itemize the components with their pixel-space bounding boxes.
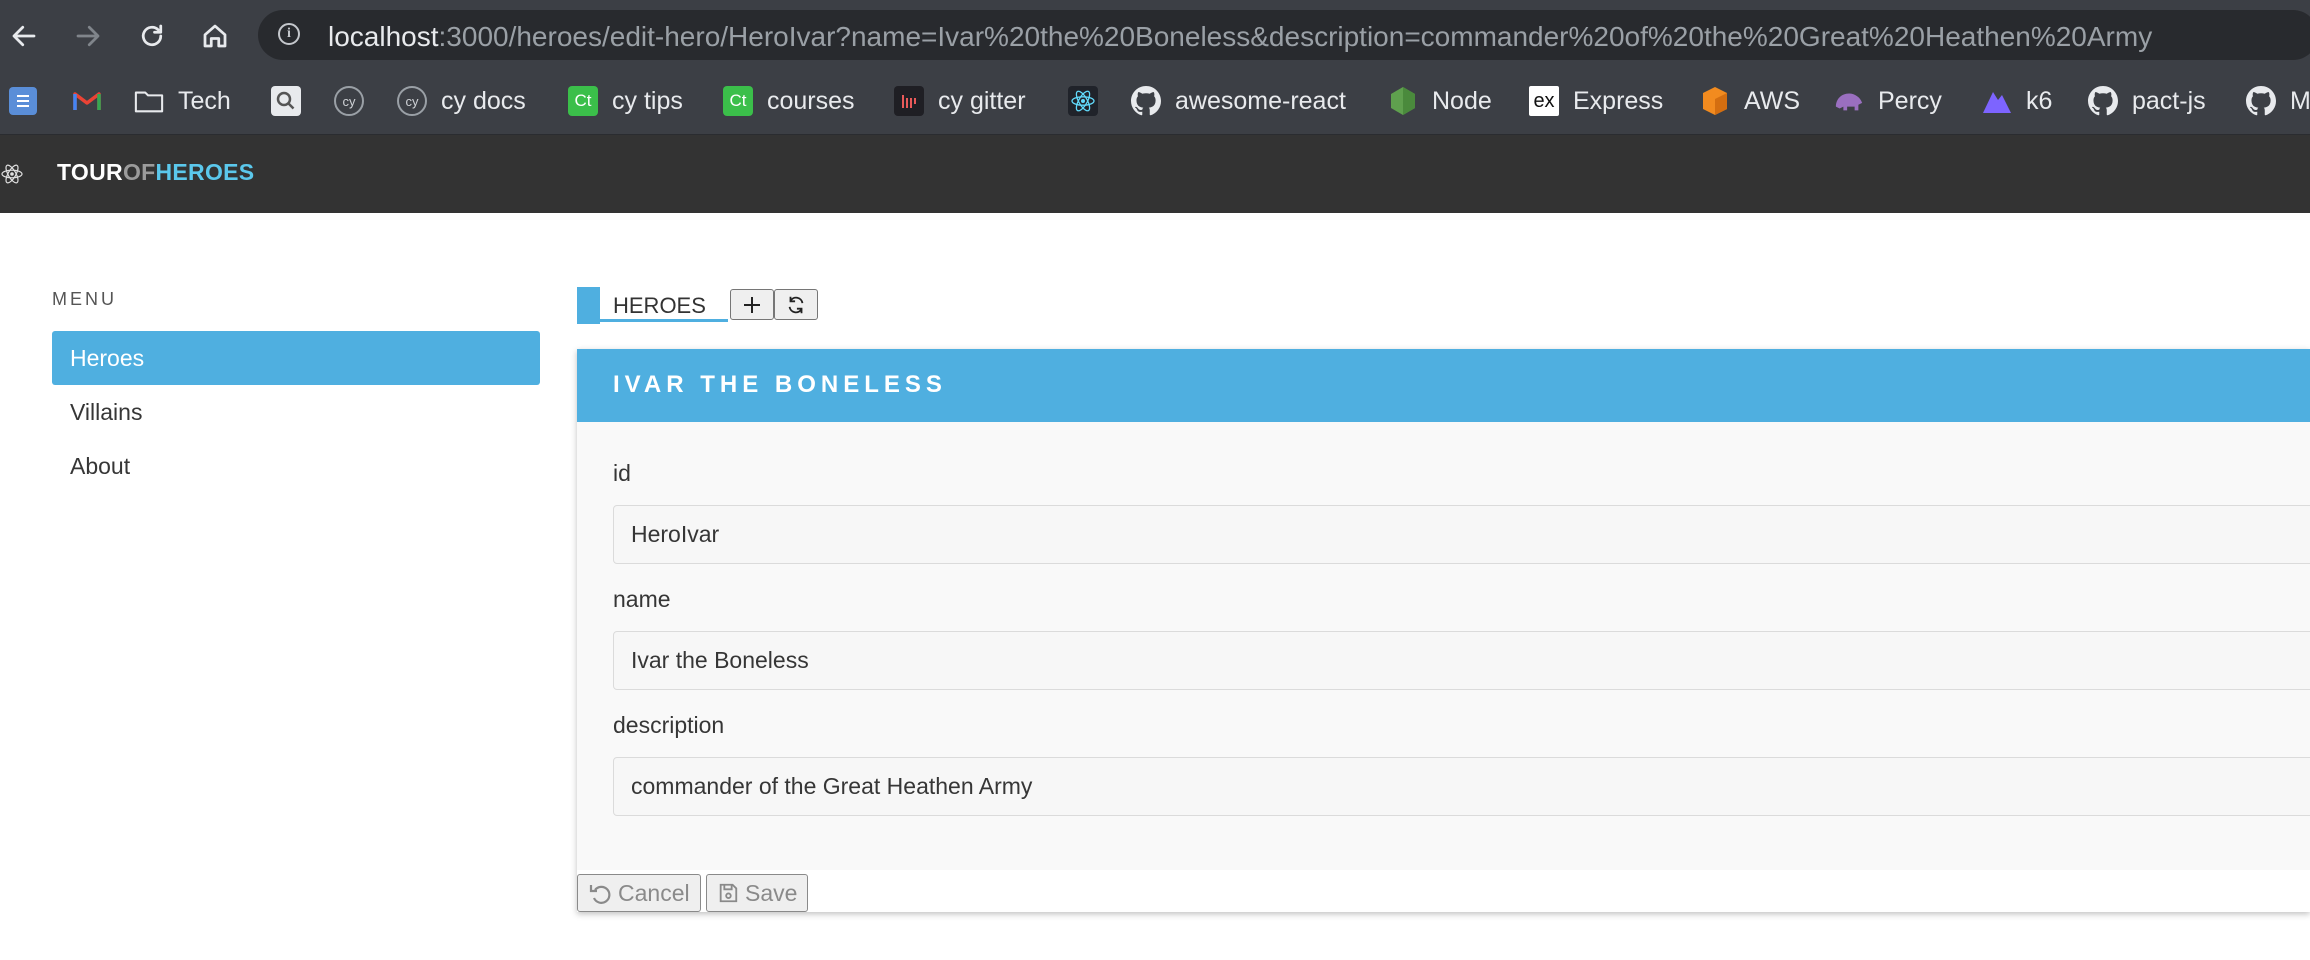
list-header-accent	[577, 287, 600, 324]
github-icon	[2088, 86, 2118, 116]
bookmark-label: cy tips	[612, 86, 683, 115]
reload-button[interactable]	[130, 14, 174, 58]
save-icon	[719, 883, 738, 903]
github-icon	[1131, 86, 1161, 116]
menu-label: MENU	[52, 289, 117, 309]
bookmarks-bar: Tech cy cy cy docs Ct cy tips Ct courses…	[0, 69, 2310, 135]
bookmark-node[interactable]: Node	[1388, 81, 1492, 121]
cypress-ct-icon: Ct	[568, 86, 598, 116]
hero-title: Ivar the Boneless	[613, 371, 947, 398]
github-icon	[2246, 86, 2276, 116]
forward-arrow-icon	[76, 25, 100, 47]
site-info-icon[interactable]: i	[278, 23, 300, 45]
bookmark-label: Percy	[1878, 86, 1942, 115]
description-field[interactable]: commander of the Great Heathen Army	[613, 757, 2310, 816]
bookmark-percy[interactable]: Percy	[1834, 81, 1942, 121]
bookmark-express[interactable]: ex Express	[1529, 81, 1663, 121]
bookmark-label: pact-js	[2132, 86, 2206, 115]
bookmark-label: Node	[1432, 86, 1492, 115]
react-icon	[1068, 86, 1098, 116]
home-button[interactable]	[193, 14, 237, 58]
url-text[interactable]: localhost:3000/heroes/edit-hero/HeroIvar…	[328, 21, 2152, 53]
bookmark-aws[interactable]: AWS	[1700, 81, 1800, 121]
react-logo-icon[interactable]	[0, 162, 24, 186]
aws-icon	[1700, 86, 1730, 116]
name-label: name	[613, 586, 671, 612]
bookmark-awesome-react[interactable]: awesome-react	[1131, 81, 1346, 121]
sidebar-item-heroes[interactable]: Heroes	[52, 331, 540, 385]
cypress-icon: cy	[397, 86, 427, 116]
address-bar[interactable]: i localhost:3000/heroes/edit-hero/HeroIv…	[258, 10, 2310, 60]
bookmark-folder-tech[interactable]: Tech	[134, 81, 231, 121]
add-button[interactable]	[730, 289, 774, 320]
bookmark-label: cy docs	[441, 86, 526, 115]
save-label: Save	[745, 879, 798, 906]
plus-icon	[744, 296, 760, 313]
bookmark-k6[interactable]: k6	[1982, 81, 2052, 121]
percy-icon	[1834, 86, 1864, 116]
k6-icon	[1982, 86, 2012, 116]
brand-heroes: HEROES	[155, 159, 255, 185]
card-footer	[577, 870, 2310, 912]
bookmark-label: courses	[767, 86, 855, 115]
brand-of: OF	[122, 159, 156, 185]
browser-toolbar: i localhost:3000/heroes/edit-hero/HeroIv…	[0, 0, 2310, 69]
name-field[interactable]: Ivar the Boneless	[613, 631, 2310, 690]
forward-button[interactable]	[66, 14, 110, 58]
bookmark-search[interactable]	[271, 81, 315, 121]
bookmark-cypress[interactable]: cy	[334, 81, 378, 121]
id-label: id	[613, 460, 631, 486]
gitter-icon	[894, 86, 924, 116]
back-arrow-icon	[12, 25, 36, 47]
gmail-icon	[72, 86, 102, 116]
bookmark-label: AWS	[1744, 86, 1801, 115]
bookmark-label: Tech	[178, 86, 231, 115]
bookmark-label: awesome-react	[1175, 86, 1346, 115]
home-icon	[203, 24, 227, 48]
brand-tour: TOUR	[57, 159, 123, 185]
bookmark-label: cy gitter	[938, 86, 1026, 115]
brand-link[interactable]: TOUROFHEROES	[57, 159, 254, 186]
sidebar-item-about[interactable]: About	[52, 439, 540, 493]
express-icon: ex	[1529, 86, 1559, 116]
bookmark-label: k6	[2026, 86, 2053, 115]
sidebar-item-villains[interactable]: Villains	[52, 385, 540, 439]
card-header: Ivar the Boneless	[577, 349, 2310, 422]
cypress-icon: cy	[334, 86, 364, 116]
url-path: :3000/heroes/edit-hero/HeroIvar?name=Iva…	[438, 21, 2153, 52]
undo-icon	[589, 885, 611, 904]
bookmark-gmail[interactable]	[72, 81, 116, 121]
bookmark-app-icon	[9, 87, 37, 115]
save-button[interactable]: Save	[706, 874, 809, 912]
bookmark-courses[interactable]: Ct courses	[723, 81, 855, 121]
folder-icon	[134, 86, 164, 116]
list-header-title[interactable]: HEROES	[600, 287, 728, 322]
bookmark-app[interactable]	[9, 81, 51, 121]
id-field[interactable]: HeroIvar	[613, 505, 2310, 564]
app-header: TOUROFHEROES	[0, 135, 2310, 213]
bookmark-label: Express	[1573, 86, 1664, 115]
bookmark-label: M	[2290, 86, 2310, 115]
node-icon	[1388, 86, 1418, 116]
url-host: localhost	[328, 21, 439, 52]
bookmark-cy-docs[interactable]: cy cy docs	[397, 81, 526, 121]
bookmark-cy-gitter[interactable]: cy gitter	[894, 81, 1026, 121]
back-button[interactable]	[2, 14, 46, 58]
bookmark-pact-js[interactable]: pact-js	[2088, 81, 2206, 121]
cancel-label: Cancel	[618, 879, 690, 906]
cypress-ct-icon: Ct	[723, 86, 753, 116]
refresh-button[interactable]	[774, 289, 818, 320]
search-bookmark-icon	[271, 86, 301, 116]
reload-icon	[141, 24, 163, 47]
hero-detail-card: Ivar the Boneless id HeroIvar name Ivar …	[577, 349, 2310, 912]
bookmark-react[interactable]	[1068, 81, 1112, 121]
description-label: description	[613, 712, 725, 738]
bookmark-m[interactable]: M	[2246, 81, 2310, 121]
refresh-icon	[788, 296, 804, 313]
cancel-button[interactable]: Cancel	[577, 874, 701, 912]
bookmark-cy-tips[interactable]: Ct cy tips	[568, 81, 683, 121]
